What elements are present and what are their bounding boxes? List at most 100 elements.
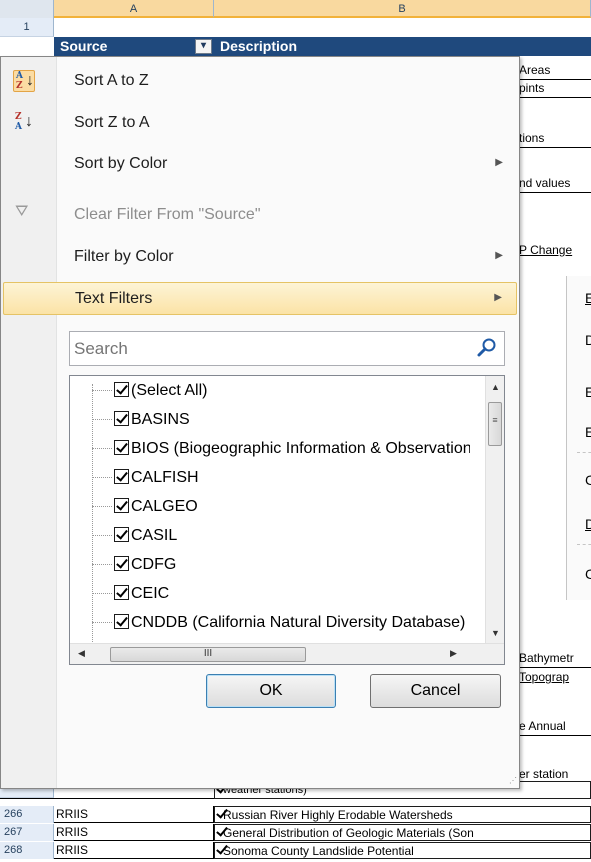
list-item[interactable]: CEIC (92, 583, 470, 607)
checkbox[interactable] (114, 440, 129, 455)
cell-b-fragment[interactable]: e Annual (517, 718, 591, 736)
cell-b-fragment[interactable]: tions (517, 130, 591, 148)
table-row: 266 RRIIS Russian River Highly Erodable … (0, 806, 591, 823)
list-item[interactable]: CALFISH (92, 467, 470, 491)
column-header-b[interactable]: B (214, 0, 591, 18)
menu-item-sort-by-color[interactable]: Sort by Color ▶ (3, 148, 517, 181)
clear-filter-icon: ⛛ (15, 203, 29, 220)
text-filters-submenu: E D E E C D C (566, 276, 591, 600)
submenu-item[interactable]: E (585, 384, 591, 400)
filter-values-list[interactable]: (Select All) BASINS BIOS (Biogeographic … (69, 375, 505, 665)
checkbox[interactable] (114, 382, 129, 397)
magnifier-icon[interactable] (476, 337, 498, 359)
filter-search-box[interactable] (69, 331, 505, 366)
list-item[interactable]: CDFG (92, 554, 470, 578)
list-item-label: CNDDB (California Natural Diversity Data… (131, 614, 466, 631)
submenu-separator (577, 452, 591, 453)
cell-source[interactable]: RRIIS (54, 842, 214, 859)
list-item[interactable]: CASIL (92, 525, 470, 549)
header-description: Description (220, 38, 298, 54)
sort-az-icon: AZ ↓ (13, 70, 35, 92)
cell-b-fragment[interactable]: P Change (517, 242, 591, 260)
submenu-item[interactable]: D (585, 332, 591, 348)
ok-button[interactable]: OK (206, 674, 336, 708)
cell-b-fragment[interactable]: nd values (517, 175, 591, 193)
triangle-right-icon: ▶ (495, 250, 503, 261)
row-number[interactable]: 267 (0, 824, 54, 841)
menu-item-label: Clear Filter From "Source" (74, 206, 261, 223)
resize-grip-icon[interactable]: ⋰ (509, 776, 517, 785)
cell-description[interactable]: General Distribution of Geologic Materia… (214, 824, 591, 841)
header-source: Source (60, 38, 108, 54)
list-item-label: CALFISH (131, 469, 199, 486)
search-input[interactable] (72, 334, 468, 363)
cell-description[interactable]: Russian River Highly Erodable Watersheds (214, 806, 591, 823)
column-header-a[interactable]: A (54, 0, 214, 18)
table-header-row: Source ▾ Description (54, 37, 591, 56)
menu-item-filter-by-color[interactable]: Filter by Color ▶ (3, 241, 517, 274)
checkbox[interactable] (114, 556, 129, 571)
cancel-button[interactable]: Cancel (370, 674, 501, 708)
menu-item-sort-a-to-z[interactable]: AZ ↓ Sort A to Z (3, 65, 517, 98)
menu-item-label: Filter by Color (74, 248, 174, 265)
autofilter-menu: AZ ↓ Sort A to Z ZA ↓ Sort Z to A Sort b… (0, 56, 520, 789)
cell-source[interactable]: RRIIS (54, 824, 214, 841)
submenu-item[interactable]: E (585, 290, 591, 306)
list-item[interactable]: BIOS (Biogeographic Information & Observ… (92, 438, 470, 462)
list-item-label: BIOS (Biogeographic Information & Observ… (131, 440, 470, 457)
scroll-left-icon[interactable]: ◀ (78, 648, 85, 659)
scroll-down-icon[interactable]: ▼ (491, 628, 500, 638)
list-item[interactable]: CALGEO (92, 496, 470, 520)
menu-item-label: Sort by Color (74, 155, 168, 172)
list-item-label: CDFG (131, 556, 177, 573)
cell-b-fragment[interactable]: pints (517, 80, 591, 98)
scroll-up-icon[interactable]: ▲ (491, 382, 500, 392)
menu-item-clear-filter[interactable]: ⛛ Clear Filter From "Source" (3, 199, 517, 232)
cell-source[interactable]: RRIIS (54, 806, 214, 823)
cell-b-fragment[interactable]: Areas (517, 62, 591, 80)
list-item-label: CEIC (131, 585, 170, 602)
list-item[interactable]: (Select All) (92, 380, 470, 404)
list-item[interactable]: CNDDB (California Natural Diversity Data… (92, 612, 470, 636)
menu-item-sort-z-to-a[interactable]: ZA ↓ Sort Z to A (3, 107, 517, 140)
checkbox[interactable] (114, 614, 129, 629)
horizontal-scrollbar[interactable]: ◀ III ▶ (70, 643, 504, 664)
row-number[interactable]: 266 (0, 806, 54, 823)
checkbox[interactable] (114, 527, 129, 542)
sort-za-icon: ZA ↓ (15, 112, 33, 132)
checkbox[interactable] (114, 411, 129, 426)
menu-item-label: Sort A to Z (74, 72, 149, 89)
vertical-scroll-thumb[interactable]: ≡ (488, 402, 502, 446)
checkbox[interactable] (114, 585, 129, 600)
menu-item-label: Sort Z to A (74, 114, 150, 131)
list-item-label: BASINS (131, 411, 190, 428)
vertical-scrollbar[interactable]: ▲ ≡ ▼ (485, 376, 504, 644)
list-item[interactable]: BASINS (92, 409, 470, 433)
triangle-right-icon: ▶ (494, 292, 502, 303)
row-header-1[interactable]: 1 (0, 18, 54, 37)
menu-item-text-filters[interactable]: Text Filters ▶ (3, 282, 517, 315)
list-item-label: (Select All) (131, 382, 208, 399)
cell-description[interactable]: Sonoma County Landslide Potential (214, 842, 591, 859)
submenu-item[interactable]: D (585, 516, 591, 532)
cell-b-fragment[interactable]: Bathymetr (517, 650, 591, 668)
table-row: 268 RRIIS Sonoma County Landslide Potent… (0, 842, 591, 859)
scroll-right-icon[interactable]: ▶ (450, 648, 457, 659)
submenu-item[interactable]: C (585, 472, 591, 488)
checkbox[interactable] (114, 498, 129, 513)
horizontal-scroll-thumb[interactable]: III (110, 647, 306, 662)
row-number[interactable]: 268 (0, 842, 54, 859)
table-row: 267 RRIIS General Distribution of Geolog… (0, 824, 591, 841)
menu-item-label: Text Filters (75, 290, 153, 307)
triangle-right-icon: ▶ (495, 157, 503, 168)
select-all-corner[interactable] (0, 0, 54, 18)
filter-dropdown-button[interactable]: ▾ (195, 39, 212, 54)
submenu-item[interactable]: C (585, 566, 591, 582)
table-row: weather stations) (0, 781, 591, 799)
list-item-label: CASIL (131, 527, 178, 544)
cell-b-fragment[interactable]: Topograp (517, 669, 591, 687)
submenu-item[interactable]: E (585, 424, 591, 440)
list-item-label: CALGEO (131, 498, 198, 515)
checkbox[interactable] (114, 469, 129, 484)
submenu-separator (577, 544, 591, 545)
